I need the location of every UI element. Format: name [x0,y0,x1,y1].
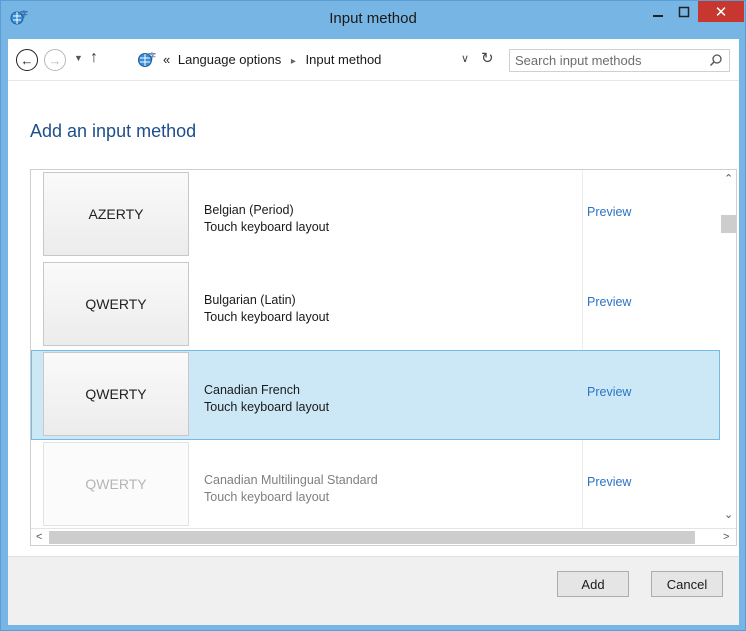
chevron-down-icon: ∨ [461,53,470,65]
forward-arrow-icon: → [48,52,62,68]
recent-locations-button[interactable]: ▼ [74,53,83,63]
breadcrumb-language-options[interactable]: Language options [174,52,281,67]
search-box[interactable]: Search input methods [509,49,730,72]
input-method-list: AZERTY Belgian (Period) Touch keyboard l… [30,169,737,546]
input-method-name: Bulgarian (Latin) [204,293,296,307]
close-icon: ✕ [714,3,728,21]
address-bar[interactable]: 字 « Language options ▸ Input method ∨ ↻ [109,48,502,72]
refresh-icon: ↻ [481,50,494,67]
title-bar[interactable]: 字 Input method ✕ [1,1,745,39]
input-method-type: Touch keyboard layout [204,220,330,234]
scroll-right-icon[interactable]: > [723,531,729,543]
keyboard-layout-tile[interactable]: QWERTY [43,262,189,346]
maximize-icon [678,6,690,18]
preview-link[interactable]: Preview [587,205,631,219]
breadcrumb-input-method[interactable]: Input method [306,52,382,67]
list-item-belgian-period[interactable]: AZERTY Belgian (Period) Touch keyboard l… [31,170,720,260]
svg-text:字: 字 [148,51,156,61]
list-item-bulgarian-latin[interactable]: QWERTY Bulgarian (Latin) Touch keyboard … [31,260,720,350]
back-arrow-icon: ← [20,52,34,68]
minimize-icon [653,15,663,17]
navigation-bar: ← → ▼ ↑ 字 « Language options ▸ Input met… [8,39,739,81]
preview-link[interactable]: Preview [587,295,631,309]
vertical-scroll-thumb[interactable] [721,215,736,233]
input-method-type: Touch keyboard layout [204,490,330,504]
language-icon: 字 [138,51,156,67]
back-button[interactable]: ← [16,49,38,71]
vertical-scrollbar[interactable]: ⌃ ⌄ [720,170,736,528]
chevron-down-icon: ▼ [74,53,83,63]
list-item-canadian-french[interactable]: QWERTY Canadian French Touch keyboard la… [31,350,720,440]
up-arrow-icon: ↑ [90,49,98,66]
window-client: ← → ▼ ↑ 字 « Language options ▸ Input met… [8,39,739,625]
maximize-button[interactable] [671,1,697,23]
breadcrumb-separator-icon[interactable]: ▸ [285,56,302,67]
breadcrumb-overflow[interactable]: « [163,52,170,67]
list-item-canadian-multilingual[interactable]: QWERTY Canadian Multilingual Standard To… [31,440,720,530]
close-button[interactable]: ✕ [698,1,744,22]
column-divider [582,440,583,530]
horizontal-scrollbar[interactable]: < > [31,528,736,545]
input-method-type: Touch keyboard layout [204,400,330,414]
dialog-footer: Add Cancel [8,556,739,625]
scroll-left-icon[interactable]: < [36,531,42,543]
search-input[interactable]: Search input methods [515,53,641,68]
keyboard-layout-tile[interactable]: QWERTY [43,352,189,436]
cancel-button[interactable]: Cancel [651,571,723,597]
input-method-name: Belgian (Period) [204,203,294,217]
list-item-text: Belgian (Period) Touch keyboard layout [204,202,329,236]
search-icon[interactable] [709,53,723,67]
keyboard-layout-tile[interactable]: AZERTY [43,172,189,256]
window-title: Input method [329,10,417,27]
preview-link[interactable]: Preview [587,475,631,489]
keyboard-layout-tile[interactable]: QWERTY [43,442,189,526]
column-divider [582,170,583,260]
input-method-name: Canadian French [204,383,300,397]
up-button[interactable]: ↑ [90,49,98,67]
refresh-button[interactable]: ↻ [481,49,494,67]
input-method-name: Canadian Multilingual Standard [204,473,378,487]
add-button[interactable]: Add [557,571,629,597]
preview-link[interactable]: Preview [587,385,631,399]
column-divider [582,260,583,350]
page-title: Add an input method [30,121,197,141]
input-method-type: Touch keyboard layout [204,310,330,324]
list-item-text: Canadian Multilingual Standard Touch key… [204,472,378,506]
forward-button[interactable]: → [44,49,66,71]
scroll-up-icon[interactable]: ⌃ [724,172,733,185]
horizontal-scroll-thumb[interactable] [49,531,695,544]
input-method-window: 字 Input method ✕ ← → ▼ ↑ 字 « Language op… [0,0,746,631]
scroll-down-icon[interactable]: ⌄ [724,508,733,521]
list-item-text: Bulgarian (Latin) Touch keyboard layout [204,292,329,326]
address-dropdown-button[interactable]: ∨ [461,52,469,65]
breadcrumb: « Language options ▸ Input method [163,52,381,67]
minimize-button[interactable] [645,1,671,23]
list-item-text: Canadian French Touch keyboard layout [204,382,329,416]
